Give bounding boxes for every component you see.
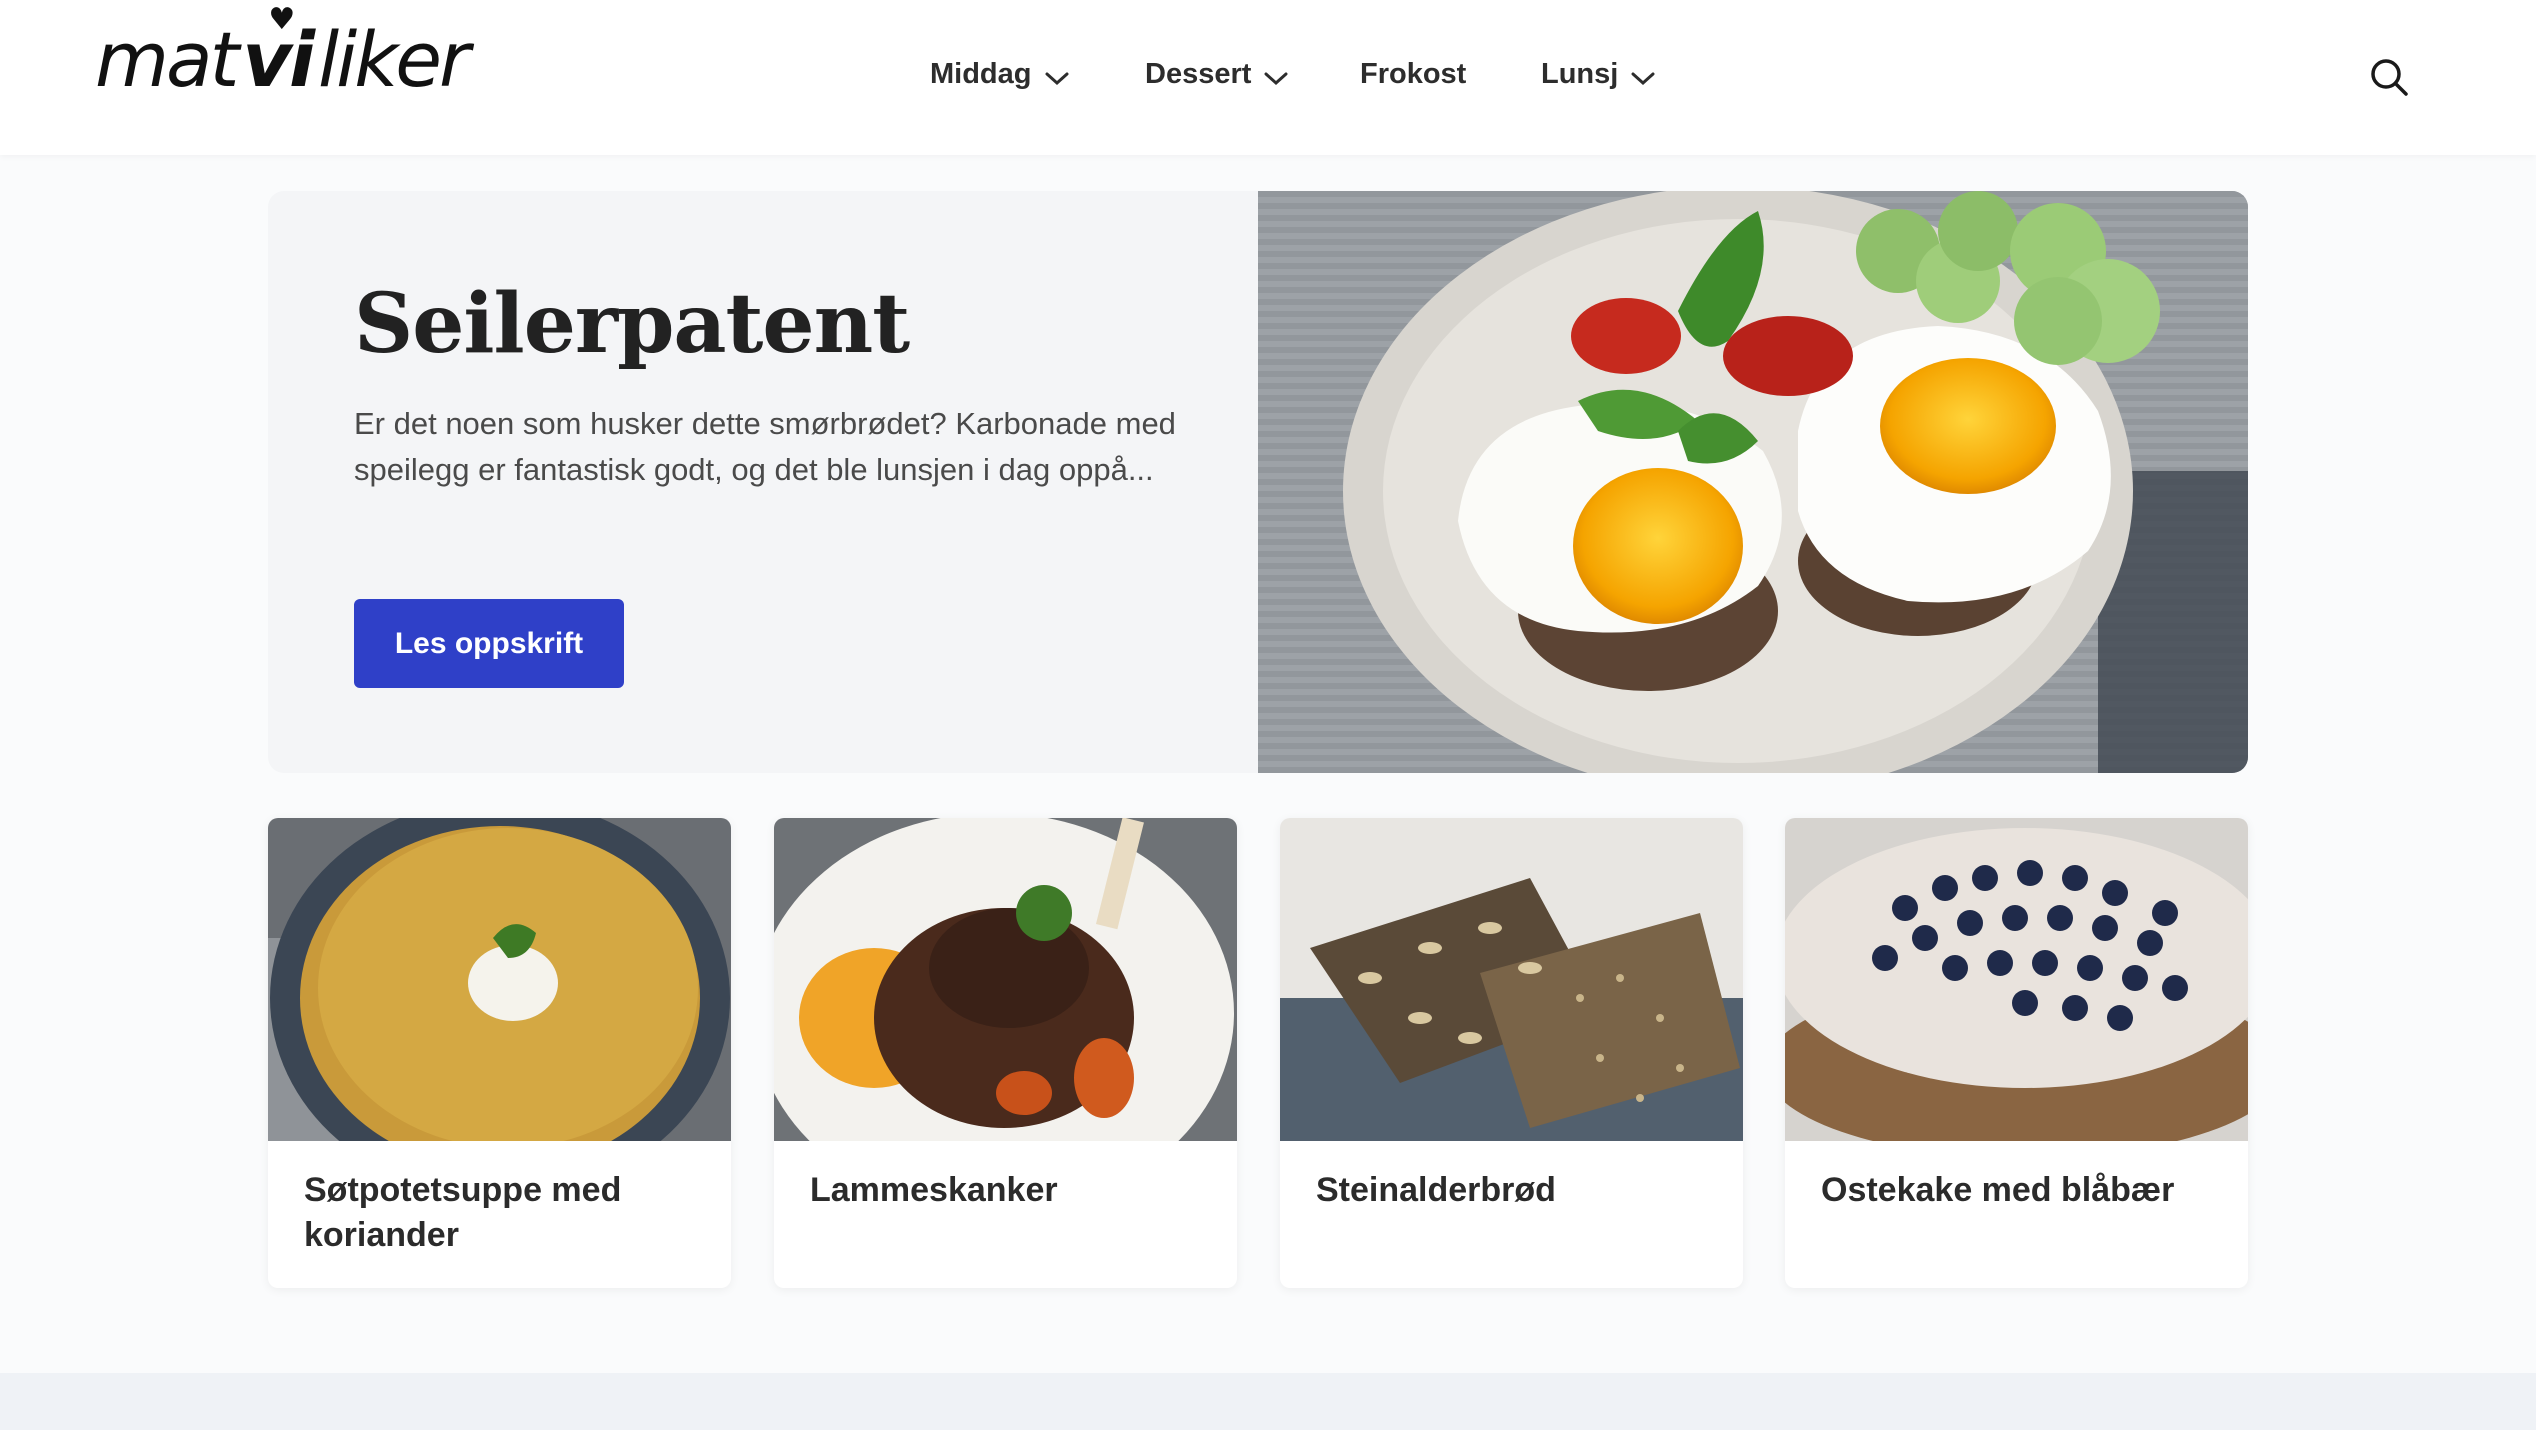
nav-item-dessert[interactable]: Dessert [1145,58,1289,91]
chevron-down-icon [1045,72,1068,85]
site-logo[interactable]: mat ♥ viliker [95,5,470,98]
recipe-card[interactable]: Ostekake med blåbær [1785,818,2248,1288]
recipe-image-lamb-shanks [774,818,1237,1141]
recipe-card-title: Søtpotetsuppe med koriander [304,1171,622,1254]
recipe-image-stone-age-bread [1280,818,1743,1141]
read-recipe-button[interactable]: Les oppskrift [354,599,624,688]
recipe-card[interactable]: Lammeskanker [774,818,1237,1288]
recipe-card-title: Steinalderbrød [1316,1171,1556,1209]
nav-item-middag[interactable]: Middag [930,58,1070,91]
chevron-down-icon [1631,72,1655,85]
recipe-card[interactable]: Steinalderbrød [1280,818,1743,1288]
hero-description: Er det noen som husker dette smørbrødet?… [354,406,1176,487]
recipe-card[interactable]: Søtpotetsuppe med koriander [268,818,731,1288]
chevron-down-icon [1264,72,1288,85]
nav-item-frokost[interactable]: Frokost [1360,58,1466,91]
search-button[interactable] [2368,56,2410,98]
footer-band [0,1373,2536,1430]
search-icon [2371,59,2408,96]
hero-title: Seilerpatent [354,276,910,372]
nav-label: Middag [930,58,1032,90]
site-header: mat ♥ viliker Middag Dessert Frokost Lunsj [0,0,2536,155]
hero-image-fried-eggs[interactable] [1258,191,2248,773]
recipe-card-title: Lammeskanker [810,1171,1058,1209]
nav-label: Lunsj [1541,58,1619,90]
nav-label: Frokost [1360,58,1467,90]
nav-item-lunsj[interactable]: Lunsj [1541,58,1656,91]
logo-text-mat: mat [95,15,239,104]
hero-featured-recipe: Seilerpatent Er det noen som husker dett… [268,191,2248,773]
heart-icon: ♥ [268,2,295,37]
recipe-card-title: Ostekake med blåbær [1821,1171,2175,1209]
logo-text-liker: liker [318,15,470,104]
nav-label: Dessert [1145,58,1252,90]
recipe-image-soup [268,818,731,1141]
recipe-image-blueberry-cheesecake [1785,818,2248,1141]
logo-text-vi: ♥ vi [242,5,315,104]
